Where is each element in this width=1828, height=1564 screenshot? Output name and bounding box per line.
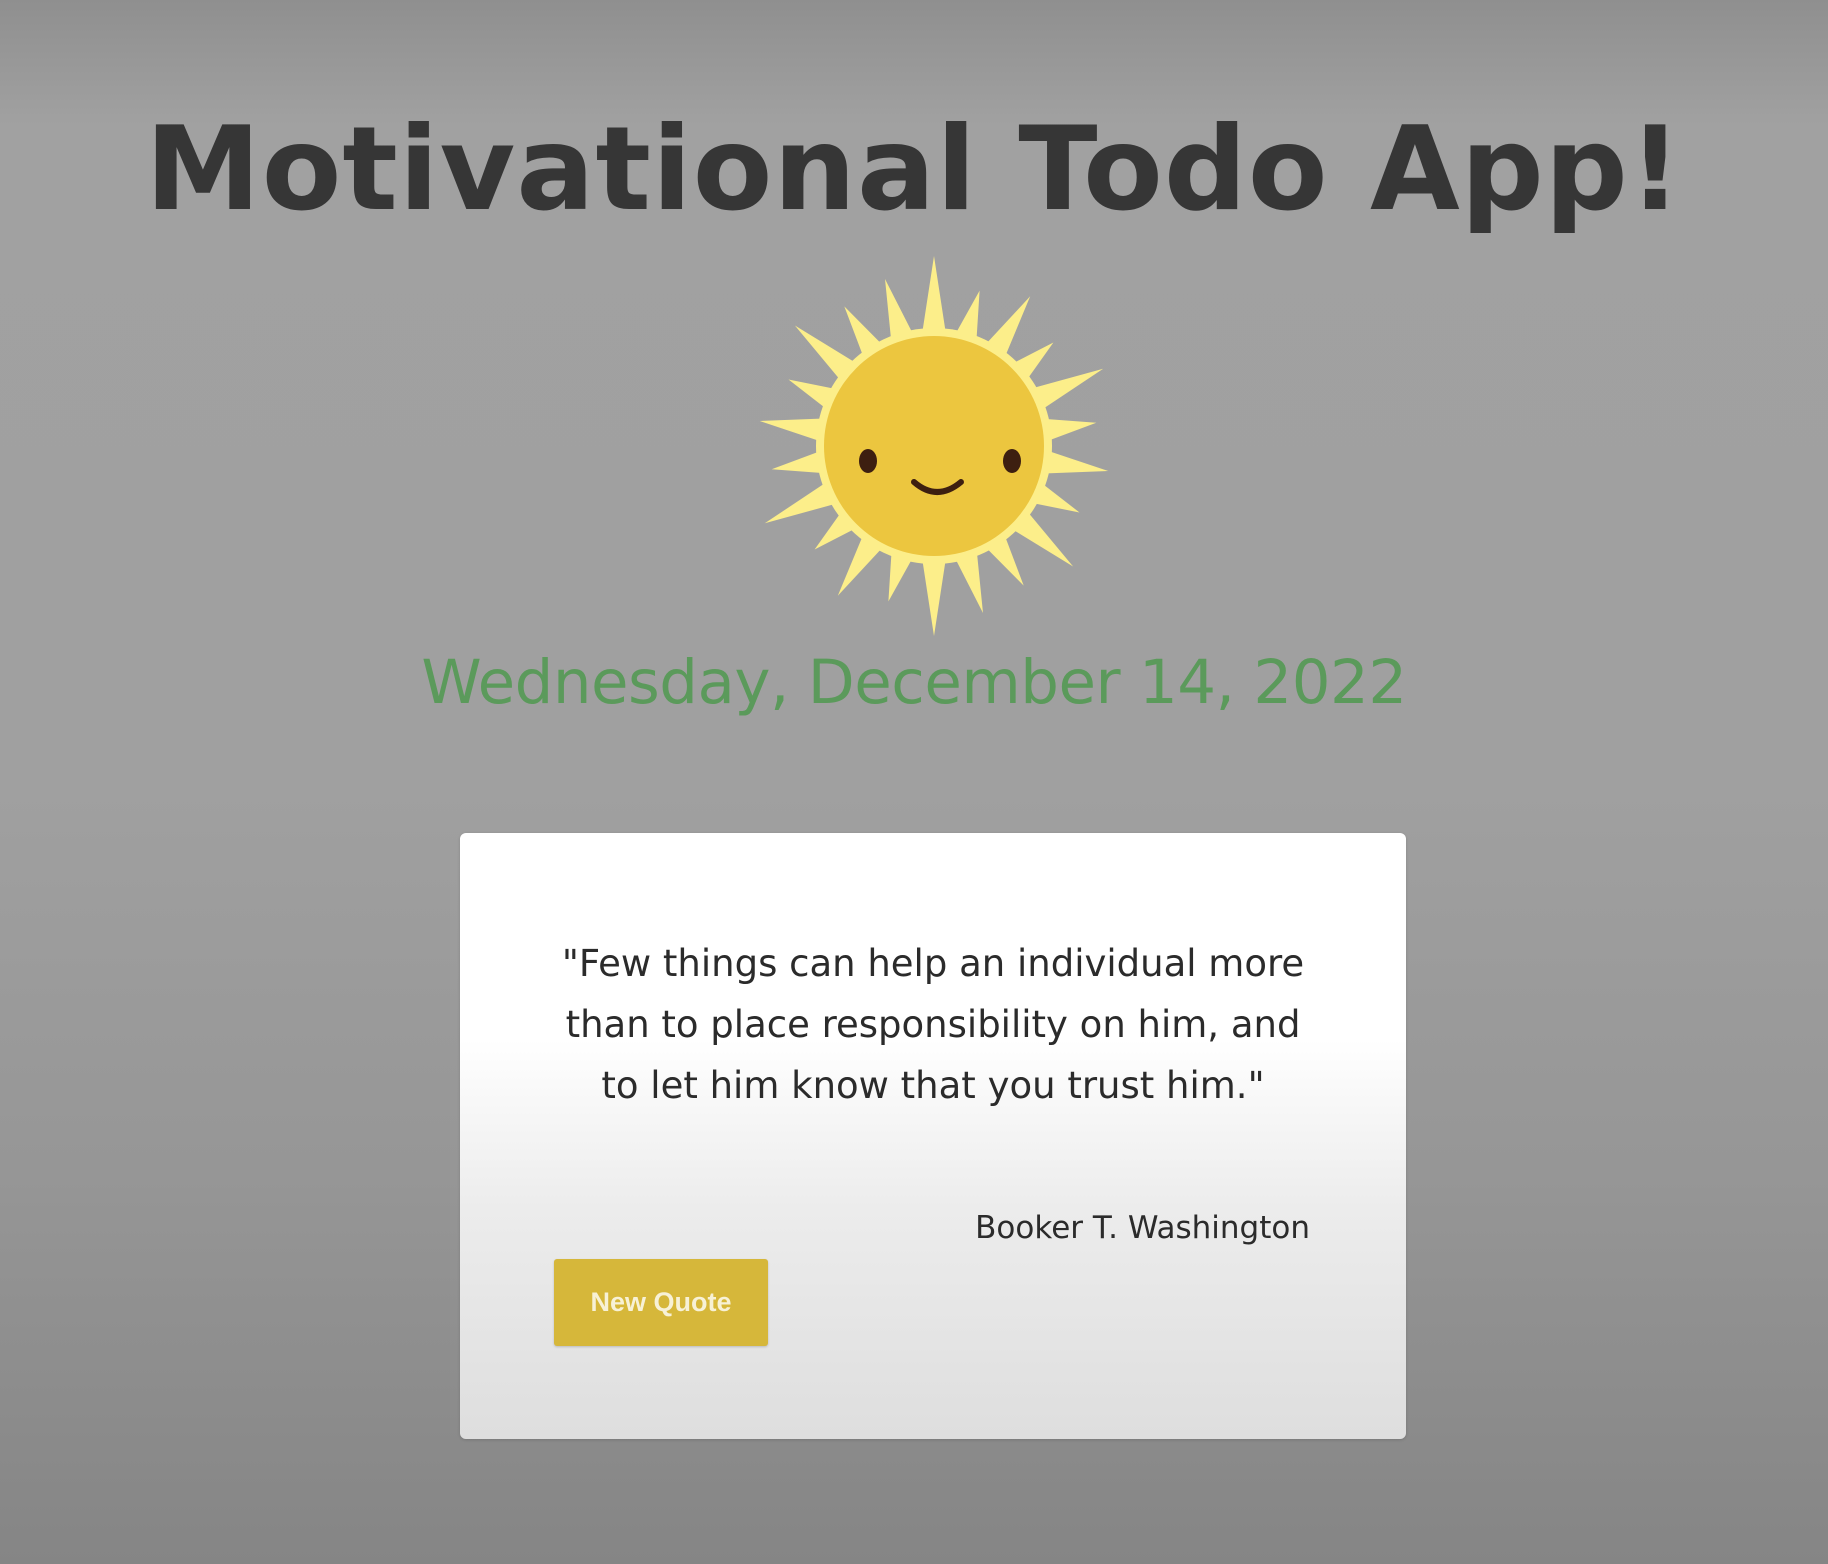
current-date: Wednesday, December 14, 2022 bbox=[421, 647, 1407, 718]
smiling-sun-icon bbox=[759, 256, 1109, 636]
quote-card: "Few things can help an individual more … bbox=[460, 833, 1406, 1439]
quote-author: Booker T. Washington bbox=[975, 1210, 1310, 1246]
sun-left-eye bbox=[859, 449, 877, 473]
app-title: Motivational Todo App! bbox=[145, 102, 1683, 237]
new-quote-button[interactable]: New Quote bbox=[554, 1259, 768, 1346]
sun-face bbox=[824, 336, 1044, 556]
sun-right-eye bbox=[1003, 449, 1021, 473]
quote-text: "Few things can help an individual more … bbox=[561, 942, 1305, 1107]
